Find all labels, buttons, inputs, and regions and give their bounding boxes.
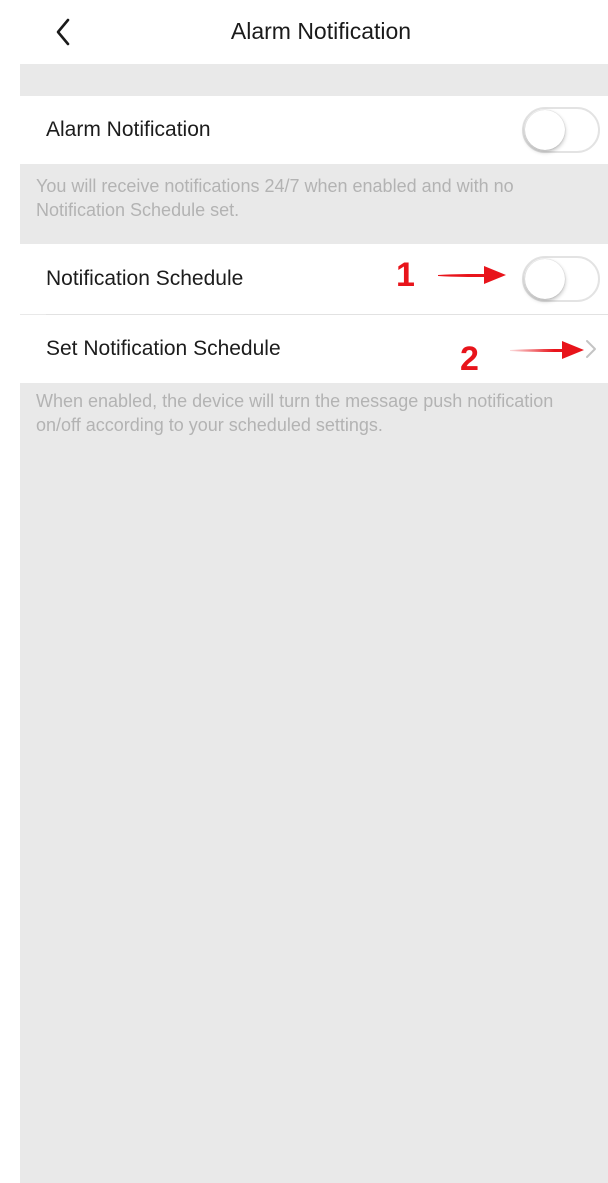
alarm-notification-row: Alarm Notification xyxy=(20,96,608,164)
settings-content: Alarm Notification You will receive noti… xyxy=(20,64,608,1183)
annotation-number-2: 2 xyxy=(460,340,479,378)
notification-schedule-toggle[interactable] xyxy=(522,256,600,302)
notification-schedule-label: Notification Schedule xyxy=(46,267,244,290)
schedule-note: When enabled, the device will turn the m… xyxy=(36,391,554,435)
annotation-arrow-2-icon xyxy=(510,341,584,359)
alarm-notification-label: Alarm Notification xyxy=(46,118,211,141)
toggle-knob xyxy=(525,110,565,150)
toggle-knob xyxy=(525,259,565,299)
alarm-notification-toggle[interactable] xyxy=(522,107,600,153)
page-title: Alarm Notification xyxy=(230,18,412,44)
navigation-bar: Alarm Notification xyxy=(0,0,608,64)
notification-schedule-row: Notification Schedule xyxy=(20,244,608,314)
chevron-right-icon xyxy=(586,340,596,358)
annotation-number-1: 1 xyxy=(396,256,415,294)
alarm-notification-note: You will receive notifications 24/7 when… xyxy=(36,176,514,220)
annotation-arrow-1-icon xyxy=(438,266,506,284)
set-notification-schedule-label: Set Notification Schedule xyxy=(46,337,281,360)
